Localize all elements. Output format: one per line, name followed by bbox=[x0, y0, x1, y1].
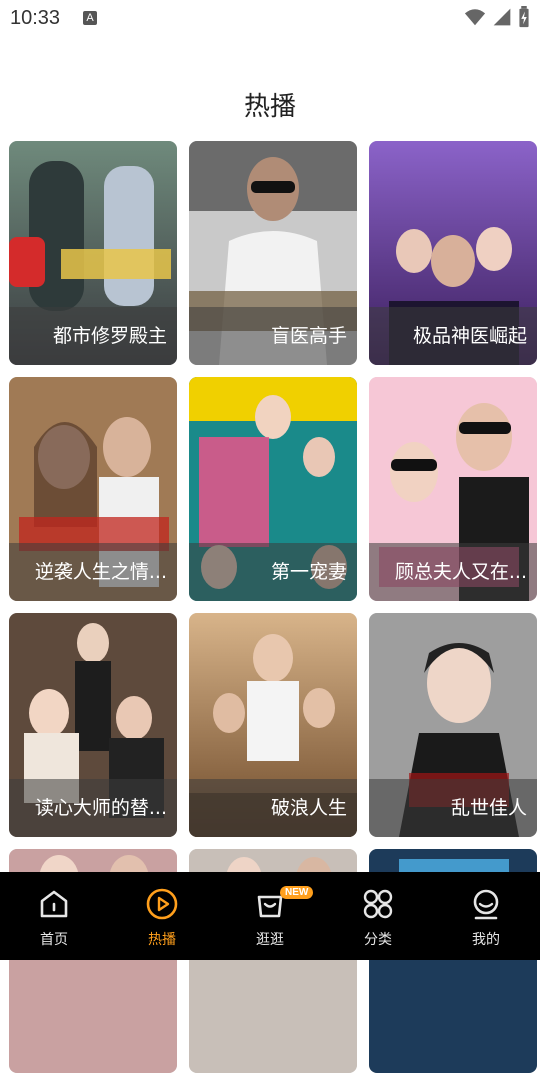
nav-label-me: 我的 bbox=[472, 932, 500, 948]
drama-title: 乱世佳人 bbox=[369, 779, 537, 837]
profile-icon bbox=[473, 889, 499, 920]
drama-title: 极品神医崛起 bbox=[369, 307, 537, 365]
drama-card[interactable]: 顾总夫人又在... bbox=[369, 377, 537, 601]
drama-title: 逆袭人生之情... bbox=[9, 543, 177, 601]
new-badge: NEW bbox=[280, 886, 314, 899]
nav-label-browse: 逛逛 bbox=[256, 932, 284, 948]
drama-card[interactable]: 第一宠妻 bbox=[189, 377, 357, 601]
drama-title: 顾总夫人又在... bbox=[369, 543, 537, 601]
drama-card[interactable]: 乱世佳人 bbox=[369, 613, 537, 837]
drama-title: 第一宠妻 bbox=[189, 543, 357, 601]
drama-card[interactable]: 极品神医崛起 bbox=[369, 141, 537, 365]
drama-card[interactable]: 逆袭人生之情... bbox=[9, 377, 177, 601]
nav-label-hot: 热播 bbox=[148, 932, 176, 948]
nav-item-hot[interactable]: 热播 bbox=[108, 872, 216, 960]
status-bar: 10:33 A bbox=[0, 0, 540, 36]
bottom-nav: 首页 热播 NEW 逛逛 分类 我的 bbox=[0, 872, 540, 960]
nav-label-category: 分类 bbox=[364, 932, 392, 948]
drama-card[interactable]: 破浪人生 bbox=[189, 613, 357, 837]
drama-card[interactable]: 盲医高手 bbox=[189, 141, 357, 365]
drama-title: 读心大师的替... bbox=[9, 779, 177, 837]
drama-card[interactable]: 都市修罗殿主 bbox=[9, 141, 177, 365]
status-time: 10:33 bbox=[10, 7, 61, 29]
nav-item-browse[interactable]: NEW 逛逛 bbox=[216, 872, 324, 960]
wifi-icon bbox=[464, 9, 486, 26]
play-circle-icon bbox=[146, 888, 178, 920]
nav-item-home[interactable]: 首页 bbox=[0, 872, 108, 960]
battery-icon bbox=[519, 6, 529, 28]
notification-icon: A bbox=[83, 11, 97, 25]
signal-icon bbox=[493, 8, 511, 26]
home-icon bbox=[40, 890, 68, 918]
drama-title: 都市修罗殿主 bbox=[9, 307, 177, 365]
nav-item-category[interactable]: 分类 bbox=[324, 872, 432, 960]
grid-icon bbox=[363, 889, 393, 919]
drama-card[interactable]: 读心大师的替... bbox=[9, 613, 177, 837]
page-title: 热播 bbox=[243, 92, 296, 122]
drama-title: 盲医高手 bbox=[189, 307, 357, 365]
nav-item-me[interactable]: 我的 bbox=[432, 872, 540, 960]
drama-title: 破浪人生 bbox=[189, 779, 357, 837]
nav-label-home: 首页 bbox=[40, 932, 68, 948]
